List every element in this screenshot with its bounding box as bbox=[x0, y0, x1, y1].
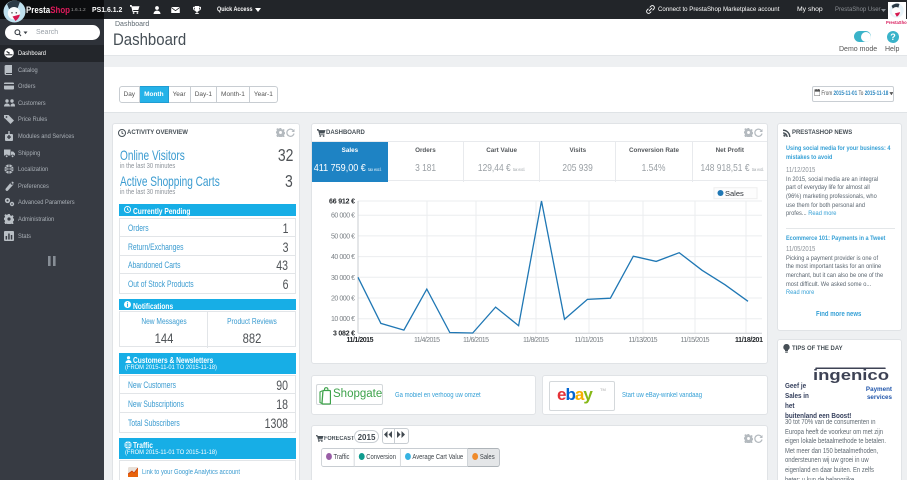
svg-text:20 000 €: 20 000 € bbox=[331, 296, 355, 303]
svg-text:11/13/2015: 11/13/2015 bbox=[629, 337, 658, 344]
svg-text:11/18/201: 11/18/201 bbox=[735, 337, 763, 344]
svg-text:11/6/2015: 11/6/2015 bbox=[463, 337, 489, 344]
svg-text:11/8/2015: 11/8/2015 bbox=[523, 337, 549, 344]
svg-text:11/15/2015: 11/15/2015 bbox=[681, 337, 710, 344]
svg-text:11/1/2015: 11/1/2015 bbox=[347, 337, 374, 344]
svg-text:50 000 €: 50 000 € bbox=[331, 233, 355, 240]
svg-text:10 000 €: 10 000 € bbox=[331, 316, 355, 323]
svg-text:11/11/2015: 11/11/2015 bbox=[575, 337, 604, 344]
svg-text:40 000 €: 40 000 € bbox=[331, 254, 355, 261]
svg-text:11/4/2015: 11/4/2015 bbox=[414, 337, 440, 344]
svg-text:Sales: Sales bbox=[725, 189, 744, 198]
svg-text:ingenico: ingenico bbox=[813, 367, 889, 384]
svg-text:30 000 €: 30 000 € bbox=[331, 275, 355, 282]
svg-text:66 912 €: 66 912 € bbox=[329, 199, 355, 206]
svg-text:60 000 €: 60 000 € bbox=[331, 213, 355, 220]
